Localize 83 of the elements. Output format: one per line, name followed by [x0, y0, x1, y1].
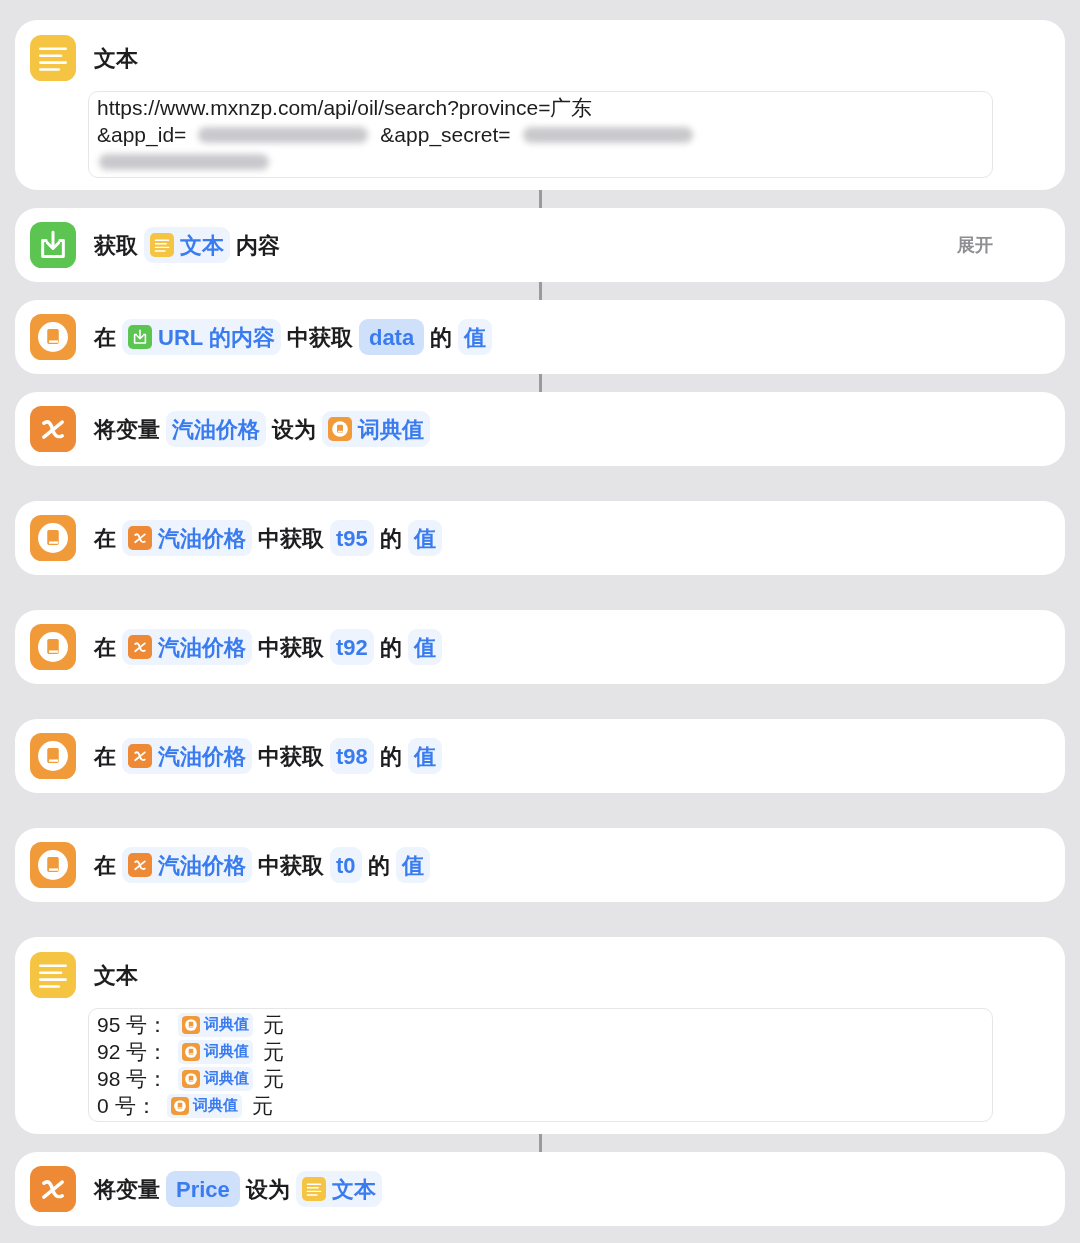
- action-label: 在: [94, 742, 116, 771]
- action-label: 设为: [245, 1175, 290, 1204]
- variable-x-icon: [30, 1166, 76, 1212]
- variable-token[interactable]: 词典值: [178, 1066, 254, 1091]
- variable-x-icon: [128, 744, 152, 768]
- variable-token[interactable]: 汽油价格: [122, 738, 252, 774]
- text-content: 元: [251, 1092, 273, 1119]
- variable-x-icon: [128, 635, 152, 659]
- action-label: 在: [94, 851, 116, 880]
- variable-token[interactable]: 文本: [295, 1171, 382, 1207]
- text-content: https://www.mxnzp.com/api/oil/search?province=广东: [97, 94, 593, 121]
- variable-token[interactable]: 词典值: [178, 1039, 254, 1064]
- parameter-token[interactable]: t92: [330, 629, 374, 665]
- text-content: 元: [263, 1011, 285, 1038]
- action-label: 将变量: [94, 415, 160, 444]
- text-lines-icon: [30, 952, 76, 998]
- action-label: 获取: [94, 231, 138, 260]
- action-label: 中获取: [258, 524, 324, 553]
- variable-token[interactable]: 词典值: [178, 1012, 254, 1037]
- variable-token[interactable]: 汽油价格: [122, 847, 252, 883]
- download-icon: [128, 325, 152, 349]
- book-icon: [328, 417, 352, 441]
- parameter-input[interactable]: data: [358, 319, 425, 355]
- book-icon: [182, 1015, 201, 1034]
- variable-x-icon: [30, 406, 76, 452]
- variable-token[interactable]: 词典值: [166, 1093, 242, 1118]
- action-label: 中获取: [286, 323, 353, 352]
- variable-token[interactable]: URL 的内容: [122, 319, 281, 355]
- variable-x-icon: [128, 526, 152, 550]
- text-content: 0 号：: [97, 1092, 157, 1119]
- text-content: 98 号：: [97, 1065, 169, 1092]
- action-label: 的: [430, 323, 453, 352]
- parameter-token[interactable]: 值: [395, 847, 430, 883]
- action-label: 的: [379, 524, 402, 553]
- action-label: 将变量: [94, 1175, 160, 1204]
- book-icon: [30, 733, 76, 779]
- book-icon: [182, 1042, 201, 1061]
- book-icon: [30, 624, 76, 670]
- parameter-token[interactable]: 值: [407, 629, 442, 665]
- variable-token[interactable]: 汽油价格: [122, 520, 252, 556]
- text-field[interactable]: https://www.mxnzp.com/api/oil/search?province=广东 &app_id= &app_secret=: [88, 91, 993, 178]
- variable-x-icon: [128, 853, 152, 877]
- parameter-token[interactable]: 值: [458, 319, 493, 355]
- action-label: 设为: [272, 415, 316, 444]
- book-icon: [30, 515, 76, 561]
- text-lines-icon: [150, 233, 174, 257]
- parameter-token[interactable]: t0: [330, 847, 362, 883]
- variable-token[interactable]: 词典值: [322, 411, 430, 447]
- book-icon: [182, 1069, 201, 1088]
- parameter-token[interactable]: 值: [407, 520, 442, 556]
- parameter-token[interactable]: t95: [330, 520, 374, 556]
- action-label: 中获取: [258, 851, 324, 880]
- parameter-token[interactable]: 汽油价格: [166, 411, 266, 447]
- parameter-token[interactable]: t98: [330, 738, 374, 774]
- action-label: 的: [379, 633, 402, 662]
- text-content: 92 号：: [97, 1038, 169, 1065]
- download-icon: [30, 222, 76, 268]
- book-icon: [30, 842, 76, 888]
- book-icon: [170, 1096, 189, 1115]
- action-label: 在: [94, 323, 116, 352]
- action-title: 文本: [94, 961, 138, 990]
- action-label: 的: [367, 851, 390, 880]
- action-label: 中获取: [258, 742, 324, 771]
- parameter-token[interactable]: 值: [407, 738, 442, 774]
- variable-token[interactable]: 文本: [144, 227, 230, 263]
- action-label: 内容: [236, 231, 280, 260]
- action-label: 在: [94, 524, 116, 553]
- text-content: 元: [263, 1065, 285, 1092]
- book-icon: [30, 314, 76, 360]
- text-content: 95 号：: [97, 1011, 169, 1038]
- action-label: 在: [94, 633, 116, 662]
- action-title: 文本: [94, 44, 138, 73]
- text-lines-icon: [301, 1177, 326, 1201]
- text-lines-icon: [30, 35, 76, 81]
- variable-token[interactable]: 汽油价格: [122, 629, 252, 665]
- text-field[interactable]: 95 号： 词典值 元 92 号： 词典值 元 98 号： 词典值 元 0 号： 词典值 元: [88, 1008, 993, 1122]
- action-label: 的: [379, 742, 402, 771]
- text-content: 元: [263, 1038, 285, 1065]
- parameter-input[interactable]: Price: [166, 1171, 240, 1207]
- expand-link[interactable]: 展开: [957, 231, 993, 259]
- text-content: &app_id=: [97, 121, 187, 149]
- action-label: 中获取: [258, 633, 324, 662]
- text-content: &app_secret=: [380, 121, 511, 149]
